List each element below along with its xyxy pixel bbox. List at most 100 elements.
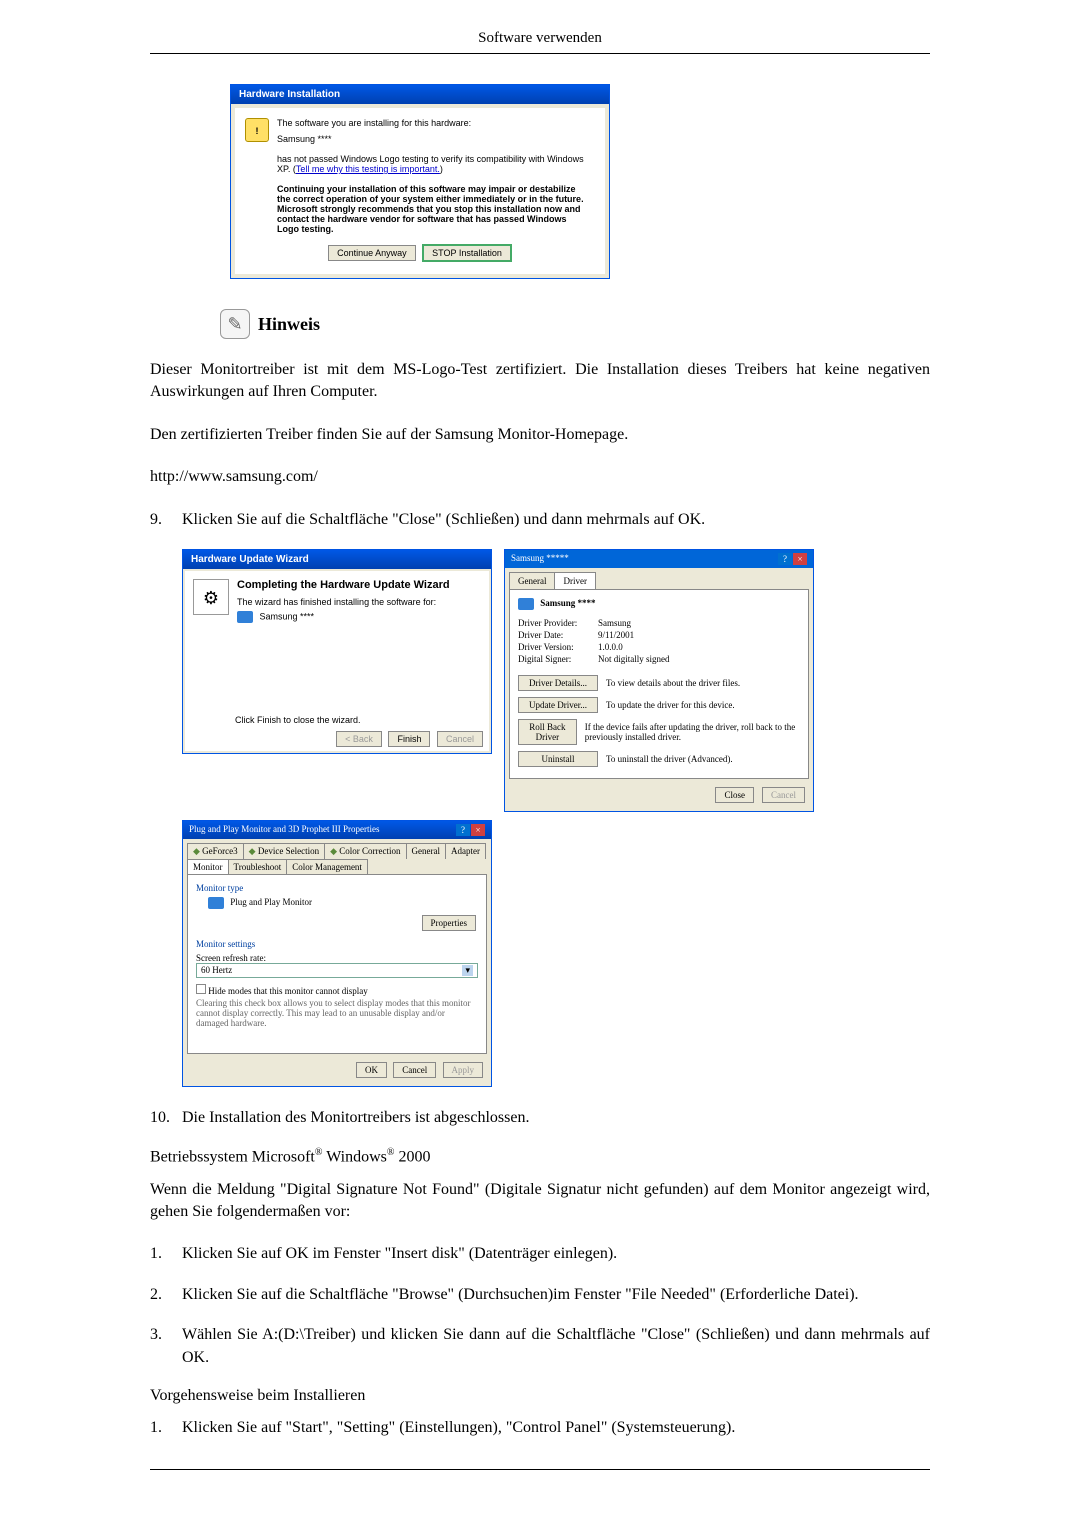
reg2: ®	[387, 1147, 395, 1158]
note-para1: Dieser Monitortreiber ist mit dem MS-Log…	[150, 359, 930, 404]
monitor-icon	[237, 611, 253, 623]
driverprops-cancel-button[interactable]: Cancel	[762, 787, 805, 803]
os2000-s3-text: Wählen Sie A:(D:\Treiber) und klicken Si…	[182, 1324, 930, 1369]
screenshot-hardware-installation: Hardware Installation ! The software you…	[230, 84, 610, 279]
driver-details-button[interactable]: Driver Details...	[518, 675, 598, 691]
continue-anyway-button[interactable]: Continue Anyway	[328, 245, 416, 261]
wizard-device: Samsung ****	[260, 611, 315, 621]
wizard-titlebar: Hardware Update Wizard	[183, 550, 491, 569]
driverprops-titlebar: Samsung ***** ?×	[505, 550, 813, 568]
step9-text: Klicken Sie auf die Schaltfläche "Close"…	[182, 509, 930, 531]
close-icon[interactable]: ×	[471, 824, 485, 836]
help-icon[interactable]: ?	[778, 553, 792, 565]
monitor-icon	[518, 598, 534, 610]
montype-label: Monitor type	[196, 883, 478, 893]
close-icon[interactable]: ×	[793, 553, 807, 565]
value-signer: Not digitally signed	[598, 654, 800, 664]
driverprops-close-button[interactable]: Close	[715, 787, 754, 803]
settings-label: Monitor settings	[196, 939, 478, 949]
hwinstall-line1: The software you are installing for this…	[277, 118, 587, 128]
proc-1-text: Klicken Sie auf "Start", "Setting" (Eins…	[182, 1417, 930, 1439]
step9-number: 9.	[150, 509, 182, 531]
note-icon: ✎	[220, 309, 250, 339]
tab-adapter[interactable]: Adapter	[445, 843, 486, 859]
step10-number: 10.	[150, 1107, 182, 1129]
hide-modes-label: Hide modes that this monitor cannot disp…	[208, 986, 367, 996]
rollback-driver-button[interactable]: Roll Back Driver	[518, 719, 577, 745]
properties-button[interactable]: Properties	[422, 915, 477, 931]
desc-rollback: If the device fails after updating the d…	[585, 722, 800, 742]
driverprops-device: Samsung ****	[540, 598, 595, 608]
hwinstall-logo-text: has not passed Windows Logo testing to v…	[277, 154, 587, 174]
label-version: Driver Version:	[518, 642, 598, 652]
tab-monitor[interactable]: Monitor	[187, 859, 229, 874]
monprops-cancel-button[interactable]: Cancel	[393, 1062, 436, 1078]
proc-1-num: 1.	[150, 1417, 182, 1439]
label-provider: Driver Provider:	[518, 618, 598, 628]
tab-colormgmt[interactable]: Color Management	[286, 859, 368, 874]
os-mid: Windows	[322, 1149, 386, 1166]
tab-colorcorr[interactable]: Color Correction	[339, 846, 400, 856]
driverprops-title: Samsung *****	[511, 553, 569, 565]
label-signer: Digital Signer:	[518, 654, 598, 664]
note-para2: Den zertifizierten Treiber finden Sie au…	[150, 424, 930, 446]
value-version: 1.0.0.0	[598, 642, 800, 652]
monprops-title: Plug and Play Monitor and 3D Prophet III…	[189, 824, 379, 836]
screenshot-driver-properties: Samsung ***** ?× General Driver Samsung …	[504, 549, 814, 812]
os2000-s1-text: Klicken Sie auf OK im Fenster "Insert di…	[182, 1243, 930, 1265]
warning-icon: !	[245, 118, 269, 142]
wizard-heading: Completing the Hardware Update Wizard	[237, 579, 481, 591]
os-prefix: Betriebssystem Microsoft	[150, 1149, 315, 1166]
label-date: Driver Date:	[518, 630, 598, 640]
os2000-s2-num: 2.	[150, 1284, 182, 1306]
note-url: http://www.samsung.com/	[150, 466, 930, 488]
os-suffix: 2000	[395, 1149, 431, 1166]
montype-value: Plug and Play Monitor	[230, 897, 312, 907]
refresh-rate-dropdown[interactable]: 60 Hertz ▾	[196, 963, 478, 978]
wizard-finish-button[interactable]: Finish	[388, 731, 430, 747]
refresh-label: Screen refresh rate:	[196, 953, 478, 963]
dialog-titlebar: Hardware Installation	[231, 85, 609, 104]
proc-label: Vorgehensweise beim Installieren	[150, 1387, 930, 1405]
desc-uninstall: To uninstall the driver (Advanced).	[606, 754, 733, 764]
hide-modes-desc: Clearing this check box allows you to se…	[196, 998, 478, 1028]
page-header: Software verwenden	[150, 30, 930, 54]
monitor-icon	[208, 897, 224, 909]
tab-general[interactable]: General	[509, 572, 555, 589]
screenshot-monitor-properties: Plug and Play Monitor and 3D Prophet III…	[182, 820, 492, 1087]
desc-details: To view details about the driver files.	[606, 678, 740, 688]
uninstall-button[interactable]: Uninstall	[518, 751, 598, 767]
value-date: 9/11/2001	[598, 630, 800, 640]
wizard-sub: The wizard has finished installing the s…	[237, 597, 481, 607]
header-title: Software verwenden	[478, 30, 602, 46]
hide-modes-checkbox[interactable]	[196, 984, 206, 994]
step10-text: Die Installation des Monitortreibers ist…	[182, 1107, 930, 1129]
note-label: Hinweis	[258, 314, 320, 335]
wizard-device-icon: ⚙	[193, 579, 229, 615]
tab-general-mon[interactable]: General	[406, 843, 446, 859]
refresh-value: 60 Hertz	[201, 965, 232, 976]
monprops-apply-button[interactable]: Apply	[443, 1062, 484, 1078]
wizard-hint: Click Finish to close the wizard.	[235, 715, 361, 725]
wizard-back-button[interactable]: < Back	[336, 731, 382, 747]
tab-driver[interactable]: Driver	[554, 572, 596, 589]
value-provider: Samsung	[598, 618, 800, 628]
update-driver-button[interactable]: Update Driver...	[518, 697, 598, 713]
os2000-para: Wenn die Meldung "Digital Signature Not …	[150, 1179, 930, 1224]
chevron-down-icon: ▾	[462, 965, 473, 976]
tab-trouble[interactable]: Troubleshoot	[228, 859, 288, 874]
stop-installation-button[interactable]: STOP Installation	[422, 244, 512, 262]
tab-geforce[interactable]: GeForce3	[202, 846, 238, 856]
monprops-ok-button[interactable]: OK	[356, 1062, 387, 1078]
hwinstall-warning-bold: Continuing your installation of this sof…	[277, 184, 587, 234]
tab-devsel[interactable]: Device Selection	[258, 846, 319, 856]
wizard-cancel-button[interactable]: Cancel	[437, 731, 483, 747]
screenshot-update-wizard: Hardware Update Wizard ⚙ Completing the …	[182, 549, 492, 754]
hwinstall-device: Samsung ****	[277, 134, 587, 144]
tell-me-why-link[interactable]: Tell me why this testing is important.	[296, 164, 440, 174]
monprops-titlebar: Plug and Play Monitor and 3D Prophet III…	[183, 821, 491, 839]
os2000-s2-text: Klicken Sie auf die Schaltfläche "Browse…	[182, 1284, 930, 1306]
desc-update: To update the driver for this device.	[606, 700, 735, 710]
footer-rule	[150, 1469, 930, 1470]
help-icon[interactable]: ?	[456, 824, 470, 836]
